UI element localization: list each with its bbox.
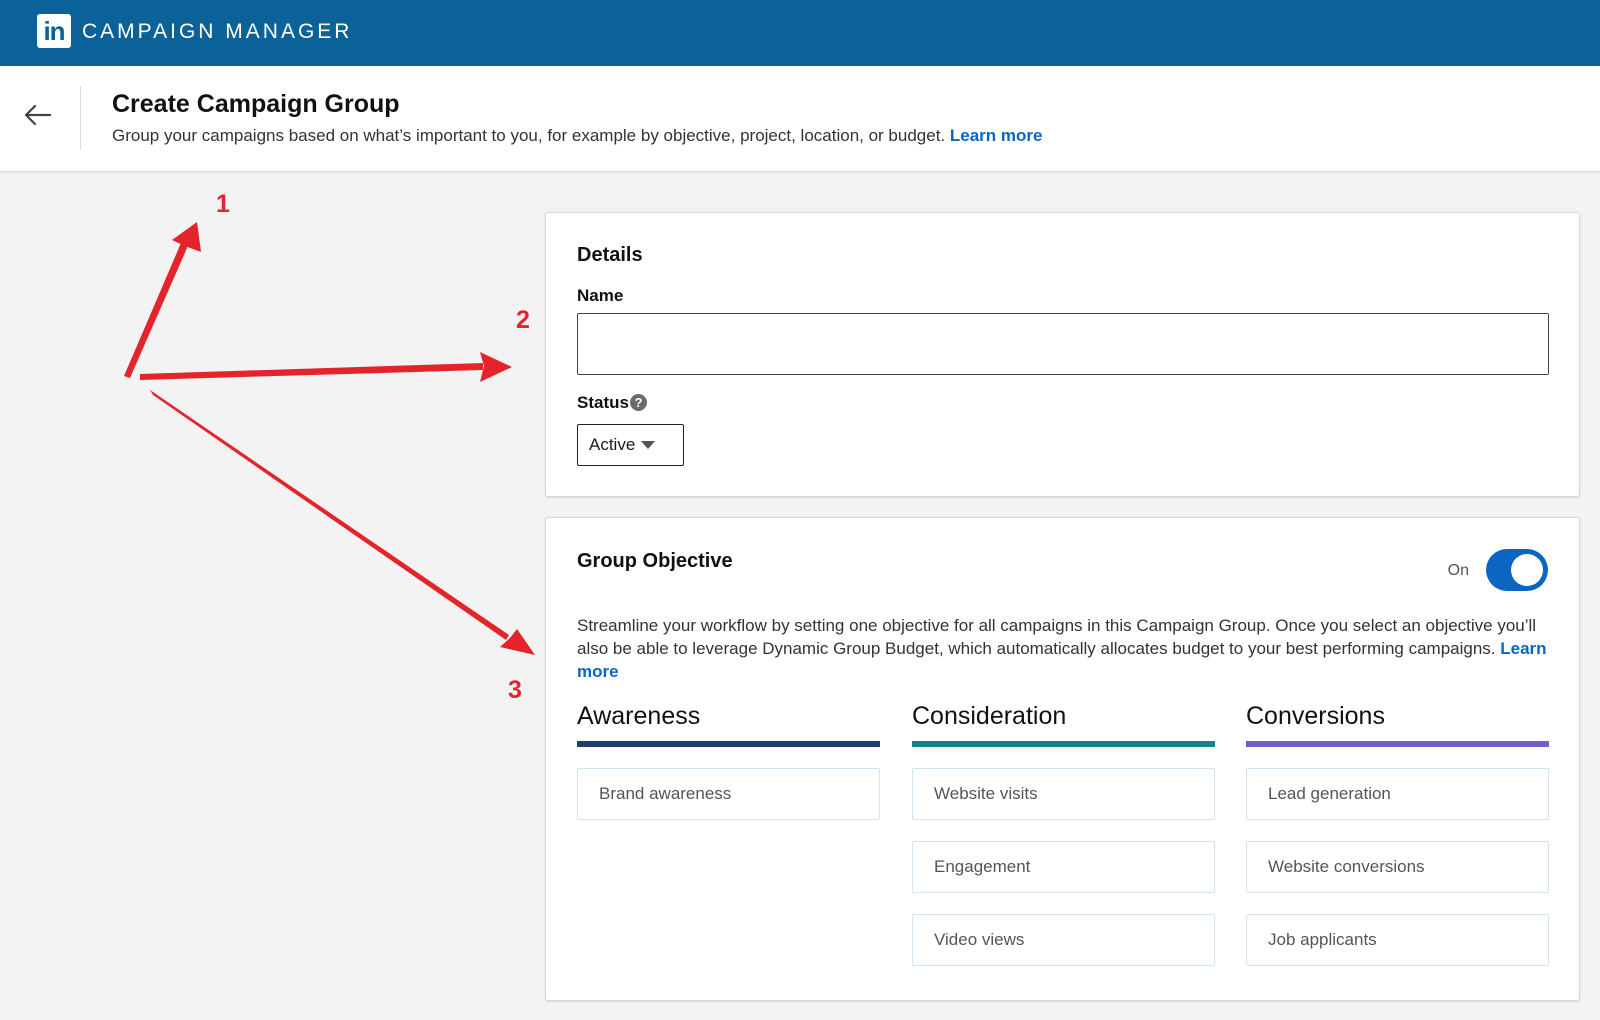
column-heading: Consideration	[912, 702, 1067, 730]
linkedin-logo[interactable]: in	[37, 14, 71, 48]
toggle-knob	[1511, 554, 1543, 586]
page-title: Create Campaign Group	[112, 90, 400, 118]
status-dropdown[interactable]: Active	[577, 424, 684, 466]
annotation-3: 3	[508, 676, 522, 704]
caret-down-icon	[641, 441, 656, 449]
arrow-1-head	[172, 222, 201, 252]
status-label-row: Status?	[577, 393, 647, 413]
objective-column-conversions: Conversions Lead generation Website conv…	[1246, 701, 1549, 966]
arrow-3-head	[500, 629, 535, 655]
name-input[interactable]	[577, 313, 1549, 375]
column-heading: Conversions	[1246, 702, 1385, 730]
app-name: CAMPAIGN MANAGER	[82, 20, 353, 43]
objective-option-engagement[interactable]: Engagement	[912, 841, 1215, 893]
arrow-3-shaft	[150, 390, 509, 640]
status-label: Status	[577, 393, 629, 412]
status-value: Active	[589, 435, 636, 454]
page-subtitle-text: Group your campaigns based on what’s imp…	[112, 126, 946, 145]
column-color-bar	[912, 741, 1215, 747]
group-objective-title: Group Objective	[577, 550, 733, 572]
arrow-2-head	[480, 352, 512, 382]
group-objective-card: Group Objective On Streamline your workf…	[545, 517, 1580, 1001]
arrow-1-shaft	[124, 236, 191, 378]
top-nav-bar: in CAMPAIGN MANAGER	[0, 0, 1600, 66]
objective-option-video-views[interactable]: Video views	[912, 914, 1215, 966]
objective-column-consideration: Consideration Website visits Engagement …	[912, 701, 1215, 966]
objective-option-brand-awareness[interactable]: Brand awareness	[577, 768, 880, 820]
objective-description: Streamline your workflow by setting one …	[577, 614, 1552, 683]
arrow-2-shaft	[140, 363, 483, 380]
objective-column-awareness: Awareness Brand awareness	[577, 701, 880, 820]
name-label: Name	[577, 286, 624, 305]
annotation-1: 1	[216, 190, 230, 218]
objective-option-website-visits[interactable]: Website visits	[912, 768, 1215, 820]
column-color-bar	[1246, 741, 1549, 747]
column-color-bar	[577, 741, 880, 747]
objective-toggle[interactable]	[1486, 549, 1548, 591]
page-header: Create Campaign Group Group your campaig…	[0, 66, 1600, 172]
objective-description-text: Streamline your workflow by setting one …	[577, 616, 1537, 658]
toggle-label: On	[1447, 562, 1469, 579]
header-divider	[80, 86, 81, 150]
help-icon[interactable]: ?	[629, 394, 647, 411]
column-heading: Awareness	[577, 702, 701, 730]
details-card: Details Name Status? Active	[545, 212, 1580, 497]
annotation-2: 2	[516, 306, 530, 334]
back-arrow-icon[interactable]	[20, 98, 54, 132]
objective-option-lead-generation[interactable]: Lead generation	[1246, 768, 1549, 820]
header-learn-more-link[interactable]: Learn more	[950, 126, 1043, 145]
objective-option-website-conversions[interactable]: Website conversions	[1246, 841, 1549, 893]
page-subtitle: Group your campaigns based on what’s imp…	[112, 126, 1042, 146]
details-title: Details	[577, 244, 643, 266]
objective-option-job-applicants[interactable]: Job applicants	[1246, 914, 1549, 966]
